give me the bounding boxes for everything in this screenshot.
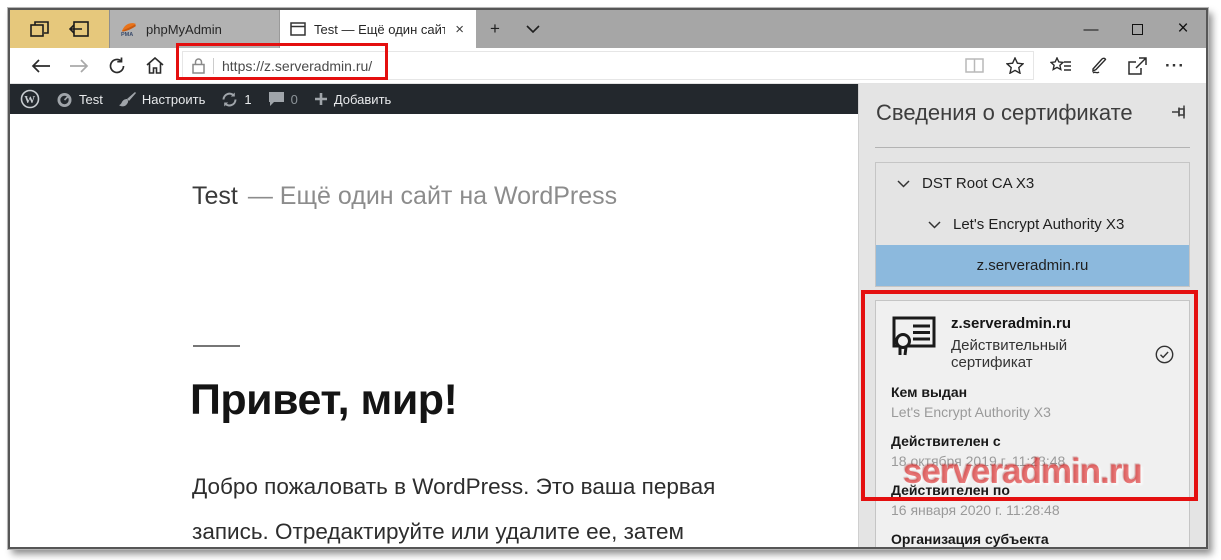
wp-site-menu[interactable]: Test: [56, 91, 103, 108]
wp-customize-label: Настроить: [142, 92, 206, 107]
wp-site-label: Test: [79, 92, 103, 107]
address-bar[interactable]: https://z.serveradmin.ru/: [182, 51, 1034, 80]
webpage: W Test Настроить: [10, 84, 858, 547]
tab-close-icon[interactable]: ×: [453, 21, 466, 38]
browser-toolbar: https://z.serveradmin.ru/ ···: [10, 48, 1206, 84]
refresh-icon[interactable]: [98, 57, 136, 75]
tab-test-active[interactable]: Test — Ещё один сайт н ×: [280, 10, 476, 48]
minimize-button[interactable]: —: [1068, 10, 1114, 48]
tab-bar: PMA phpMyAdmin Test — Ещё один сайт н × …: [10, 10, 1206, 48]
field-label-valid-from: Действителен с: [891, 433, 1174, 449]
tree-item-label: z.serveradmin.ru: [977, 257, 1089, 274]
wp-updates-count: 1: [244, 92, 251, 107]
brush-icon: [119, 91, 136, 108]
phpmyadmin-favicon: PMA: [120, 21, 138, 37]
field-value-valid-from: 18 октября 2019 г. 11:28:48: [891, 453, 1174, 469]
field-value-valid-to: 16 января 2020 г. 11:28:48: [891, 502, 1174, 518]
certificate-chain-tree: DST Root CA X3 Let's Encrypt Authority X…: [875, 162, 1190, 287]
valid-check-icon: [1155, 345, 1174, 364]
chevron-down-icon[interactable]: [928, 221, 941, 229]
chevron-down-icon[interactable]: [897, 180, 910, 188]
field-value-issued-by: Let's Encrypt Authority X3: [891, 404, 1174, 420]
svg-text:PMA: PMA: [121, 32, 133, 37]
certificate-icon: [891, 315, 937, 357]
share-icon[interactable]: [1118, 57, 1156, 75]
browser-window: PMA phpMyAdmin Test — Ещё один сайт н × …: [8, 8, 1208, 549]
tree-item-root-ca[interactable]: DST Root CA X3: [876, 163, 1189, 204]
pin-icon[interactable]: [1171, 104, 1191, 120]
close-window-button[interactable]: ×: [1160, 10, 1206, 48]
tree-item-leaf-selected[interactable]: z.serveradmin.ru: [876, 245, 1189, 286]
tree-item-label: Let's Encrypt Authority X3: [953, 216, 1124, 233]
new-tab-button[interactable]: +: [476, 10, 514, 48]
tab-preview-icon[interactable]: [30, 21, 49, 38]
titlebar-drag-area: [552, 10, 1068, 48]
post-paragraph-line2: запись. Отредактируйте или удалите ее, з…: [192, 519, 684, 545]
field-label-subject-org: Организация субъекта: [891, 531, 1174, 547]
tree-item-intermediate-ca[interactable]: Let's Encrypt Authority X3: [876, 204, 1189, 245]
update-icon: [221, 91, 238, 108]
comment-icon: [268, 91, 285, 107]
post-paragraph-line1: Добро пожаловать в WordPress. Это ваша п…: [192, 474, 715, 500]
site-title-link[interactable]: Test: [192, 182, 238, 210]
entry-divider: [193, 345, 240, 347]
certificate-subject: z.serveradmin.ru: [951, 315, 1174, 332]
settings-ellipsis-icon[interactable]: ···: [1156, 56, 1194, 76]
post-title[interactable]: Привет, мир!: [190, 376, 457, 425]
panel-title: Сведения о сертификате: [876, 100, 1133, 126]
wp-updates-menu[interactable]: 1: [221, 91, 251, 108]
svg-text:W: W: [24, 94, 35, 106]
tab-title: Test — Ещё один сайт н: [314, 22, 445, 37]
maximize-icon: [1132, 24, 1143, 35]
tab-phpmyadmin[interactable]: PMA phpMyAdmin: [110, 10, 280, 48]
page-favicon: [290, 22, 306, 36]
tab-actions-box: [10, 10, 110, 48]
home-icon[interactable]: [136, 57, 174, 74]
wp-add-new-menu[interactable]: Добавить: [314, 92, 391, 107]
plus-icon: [314, 92, 328, 106]
forward-icon[interactable]: [60, 59, 98, 73]
back-icon[interactable]: [22, 59, 60, 73]
wp-comments-count: 0: [291, 92, 298, 107]
wp-customize-menu[interactable]: Настроить: [119, 91, 206, 108]
dashboard-icon: [56, 91, 73, 108]
maximize-button[interactable]: [1114, 10, 1160, 48]
site-tagline: — Ещё один сайт на WordPress: [248, 182, 617, 210]
field-label-valid-to: Действителен по: [891, 482, 1174, 498]
tree-item-label: DST Root CA X3: [922, 175, 1034, 192]
url-text[interactable]: https://z.serveradmin.ru/: [222, 58, 372, 74]
wp-logo-icon[interactable]: W: [20, 89, 40, 109]
favorites-star-icon[interactable]: [1006, 57, 1024, 74]
tab-title: phpMyAdmin: [146, 22, 269, 37]
wp-add-new-label: Добавить: [334, 92, 391, 107]
tab-list-chevron-icon[interactable]: [514, 10, 552, 48]
site-branding: Test — Ещё один сайт на WordPress: [192, 182, 617, 211]
field-label-issued-by: Кем выдан: [891, 384, 1174, 400]
certificate-panel: Сведения о сертификате DST Root CA X3 Le…: [858, 84, 1206, 547]
wp-comments-menu[interactable]: 0: [268, 91, 298, 107]
lock-icon: [192, 58, 205, 74]
certificate-status: Действительный сертификат: [951, 337, 1147, 371]
reading-view-icon[interactable]: [965, 58, 984, 73]
wp-admin-bar: W Test Настроить: [10, 84, 858, 114]
hub-icon[interactable]: [1042, 57, 1080, 74]
certificate-details-card: z.serveradmin.ru Действительный сертифик…: [875, 300, 1190, 547]
address-separator: [213, 58, 214, 74]
page-content: Test — Ещё один сайт на WordPress Привет,…: [10, 114, 858, 547]
set-tabs-aside-icon[interactable]: [69, 21, 89, 37]
panel-divider: [875, 147, 1190, 148]
annotate-pen-icon[interactable]: [1080, 57, 1118, 75]
